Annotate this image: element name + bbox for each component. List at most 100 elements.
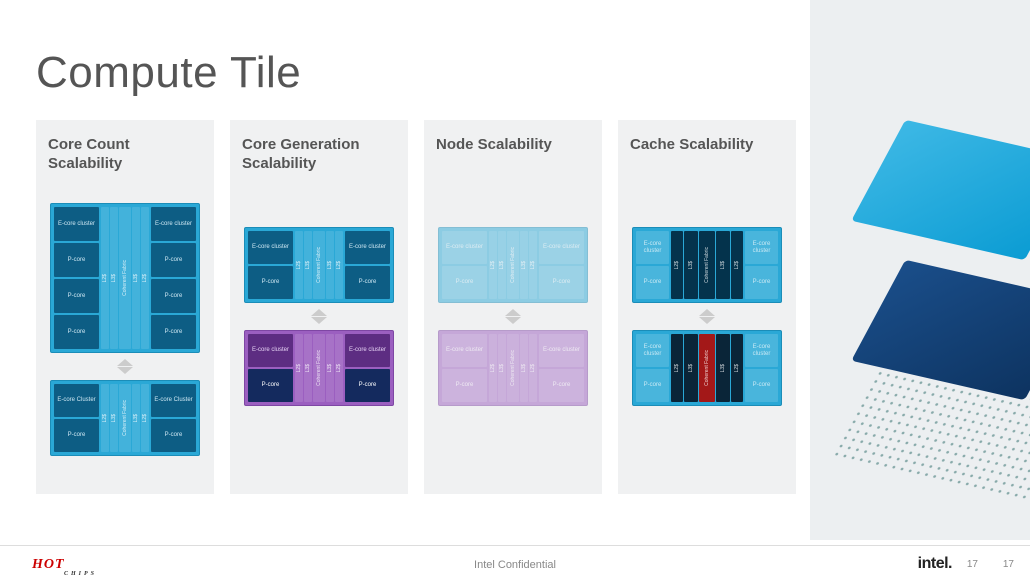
panel-node: Node Scalability E-core cluster P-core L… xyxy=(424,120,602,494)
strip-coherent: Coherent Fabric xyxy=(313,231,325,299)
confidential-label: Intel Confidential xyxy=(474,559,556,571)
die-cache-a: E-core cluster P-core L2$ L3$ Coherent F… xyxy=(632,227,782,303)
block-pcore: P-core xyxy=(745,369,778,402)
panel-core-count: Core Count Scalability E-core cluster P-… xyxy=(36,120,214,494)
panel-title: Cache Scalability xyxy=(630,136,784,191)
block-pcore: P-core xyxy=(54,315,99,349)
block-pcore: P-core xyxy=(54,279,99,313)
strip-l2s: L2$ xyxy=(489,231,497,299)
hotchips-logo: HOT CHIPS xyxy=(32,557,65,573)
panels-row: Core Count Scalability E-core cluster P-… xyxy=(36,120,796,494)
block-pcore: P-core xyxy=(539,369,584,402)
strip-l3s: L3$ xyxy=(520,231,528,299)
intel-logo: intel. xyxy=(918,555,952,573)
strip-l2s: L2$ xyxy=(671,334,683,402)
strip-l3s: L3$ xyxy=(304,231,312,299)
die-large: E-core cluster P-core P-core P-core L2$ … xyxy=(50,203,200,353)
slide-title: Compute Tile xyxy=(36,48,301,98)
panel-title: Core Count Scalability xyxy=(48,136,202,191)
strip-l2s: L2$ xyxy=(489,334,497,402)
strip-l3s: L3$ xyxy=(110,384,118,452)
strip-l3s: L3$ xyxy=(304,334,312,402)
diagram-stack: E-core cluster P-core L2$ L3$ Coherent F… xyxy=(630,227,784,406)
chip-die-top xyxy=(851,120,1030,260)
strip-coherent: Coherent Fabric xyxy=(699,231,715,299)
block-ecore: E-core cluster xyxy=(442,334,487,367)
double-arrow-icon xyxy=(699,309,715,324)
strip-l2s: L2$ xyxy=(671,231,683,299)
strip-coherent: Coherent Fabric xyxy=(507,231,519,299)
block-pcore: P-core xyxy=(745,266,778,299)
block-ecore: E-core cluster xyxy=(636,334,669,367)
panel-core-generation: Core Generation Scalability E-core clust… xyxy=(230,120,408,494)
strip-l3s: L3$ xyxy=(498,334,506,402)
block-ecore: E-core cluster xyxy=(151,207,196,241)
block-ecore: E-core cluster xyxy=(745,334,778,367)
block-pcore: P-core xyxy=(345,266,390,299)
block-ecore: E-core cluster xyxy=(248,231,293,264)
footer: HOT CHIPS Intel Confidential intel. 17 1… xyxy=(0,545,1030,579)
panel-title: Core Generation Scalability xyxy=(242,136,396,191)
strip-l3s: L3$ xyxy=(520,334,528,402)
strip-l2s: L2$ xyxy=(529,334,537,402)
strip-l3s: L3$ xyxy=(716,231,730,299)
double-arrow-icon xyxy=(505,309,521,324)
strip-l3s: L3$ xyxy=(684,334,698,402)
strip-l3s: L3$ xyxy=(132,207,140,349)
block-pcore: P-core xyxy=(151,243,196,277)
strip-l2s: L2$ xyxy=(529,231,537,299)
strip-l2s: L2$ xyxy=(335,334,343,402)
die-gen-b: E-core cluster P-core L2$ L3$ Coherent F… xyxy=(244,330,394,406)
strip-l3s: L3$ xyxy=(132,384,140,452)
strip-l2s: L2$ xyxy=(731,231,743,299)
strip-coherent: Coherent Fabric xyxy=(699,334,715,402)
die-gen-a: E-core cluster P-core L2$ L3$ Coherent F… xyxy=(244,227,394,303)
panel-cache: Cache Scalability E-core cluster P-core … xyxy=(618,120,796,494)
block-pcore: P-core xyxy=(442,369,487,402)
block-ecore: E-core cluster xyxy=(745,231,778,264)
block-ecore: E-core cluster xyxy=(54,207,99,241)
strip-l3s: L3$ xyxy=(684,231,698,299)
block-ecore: E-core cluster xyxy=(345,334,390,367)
strip-coherent: Coherent Fabric xyxy=(313,334,325,402)
panel-title: Node Scalability xyxy=(436,136,590,191)
die-small: E-core Cluster P-core L2$ L3$ Coherent F… xyxy=(50,380,200,456)
block-ecore: E-core cluster xyxy=(636,231,669,264)
strip-l3s: L3$ xyxy=(326,334,334,402)
strip-l2s: L2$ xyxy=(731,334,743,402)
block-pcore: P-core xyxy=(151,279,196,313)
block-ecore: E-core cluster xyxy=(442,231,487,264)
block-pcore: P-core xyxy=(345,369,390,402)
block-pcore: P-core xyxy=(442,266,487,299)
strip-l2s: L2$ xyxy=(295,231,303,299)
strip-l2s: L2$ xyxy=(101,384,109,452)
double-arrow-icon xyxy=(311,309,327,324)
strip-coherent: Coherent Fabric xyxy=(119,384,131,452)
block-ecore: E-core cluster xyxy=(539,334,584,367)
strip-l3s: L3$ xyxy=(110,207,118,349)
block-ecore: E-core Cluster xyxy=(54,384,99,417)
block-pcore: P-core xyxy=(636,369,669,402)
strip-l2s: L2$ xyxy=(141,384,149,452)
slide: Compute Tile Core Count Scalability E-co… xyxy=(0,0,1030,579)
diagram-stack: E-core cluster P-core L2$ L3$ Coherent F… xyxy=(436,227,590,406)
block-ecore: E-core cluster xyxy=(248,334,293,367)
diagram-stack: E-core cluster P-core L2$ L3$ Coherent F… xyxy=(242,227,396,406)
block-ecore: E-core Cluster xyxy=(151,384,196,417)
strip-l2s: L2$ xyxy=(101,207,109,349)
strip-l3s: L3$ xyxy=(326,231,334,299)
strip-l2s: L2$ xyxy=(141,207,149,349)
double-arrow-icon xyxy=(117,359,133,374)
block-pcore: P-core xyxy=(636,266,669,299)
strip-l2s: L2$ xyxy=(335,231,343,299)
strip-l3s: L3$ xyxy=(716,334,730,402)
strip-l3s: L3$ xyxy=(498,231,506,299)
block-ecore: E-core cluster xyxy=(539,231,584,264)
block-pcore: P-core xyxy=(248,266,293,299)
block-pcore: P-core xyxy=(248,369,293,402)
strip-coherent: Coherent Fabric xyxy=(507,334,519,402)
die-cache-b: E-core cluster P-core L2$ L3$ Coherent F… xyxy=(632,330,782,406)
page-number-outer: 17 xyxy=(1003,559,1014,570)
die-node-a: E-core cluster P-core L2$ L3$ Coherent F… xyxy=(438,227,588,303)
block-pcore: P-core xyxy=(151,419,196,452)
